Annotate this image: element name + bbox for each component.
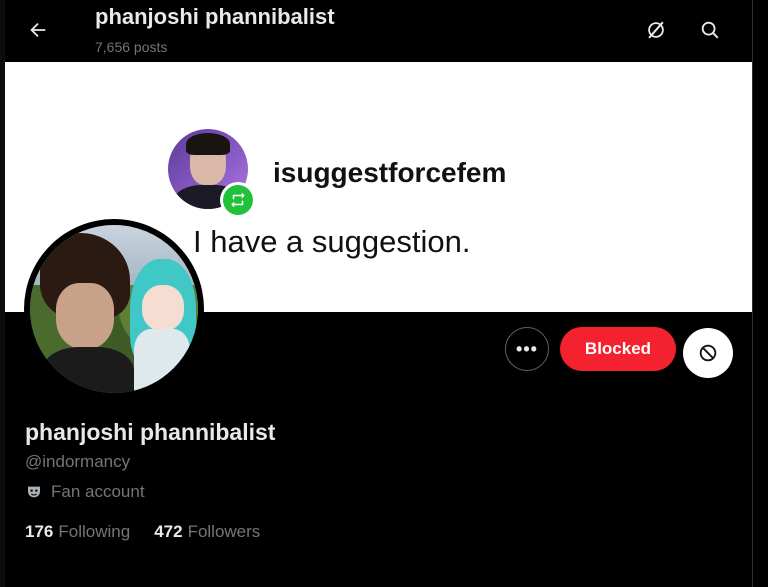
back-button[interactable] (21, 13, 55, 47)
banner-text: I have a suggestion. (193, 224, 471, 259)
user-handle: @indormancy (25, 452, 131, 471)
banner-username: isuggestforcefem (273, 157, 507, 188)
following-link[interactable]: 176 Following (25, 522, 130, 542)
more-options-button[interactable]: ••• (505, 327, 549, 371)
search-icon (701, 21, 719, 39)
grok-icon (648, 21, 664, 39)
post-count: 7,656 posts (95, 39, 168, 55)
profile-avatar[interactable] (24, 219, 204, 399)
followers-label: Followers (187, 522, 261, 541)
back-arrow-icon (30, 22, 46, 38)
mask-icon (25, 483, 43, 501)
repost-icon (231, 192, 245, 208)
profile-header-bar: phanjoshi phannibalist 7,656 posts (5, 0, 753, 62)
profile-category: Fan account (25, 482, 145, 502)
search-button[interactable] (693, 13, 727, 47)
grok-button[interactable] (639, 13, 673, 47)
follow-stats: 176 Following 472 Followers (25, 522, 284, 542)
blocked-button[interactable]: Blocked (560, 327, 676, 371)
block-toggle-button[interactable] (683, 328, 733, 378)
followers-link[interactable]: 472 Followers (154, 522, 260, 542)
block-icon (699, 344, 717, 362)
following-label: Following (58, 522, 131, 541)
category-label: Fan account (51, 482, 145, 501)
following-count: 176 (25, 522, 54, 541)
display-name: phanjoshi phannibalist (25, 419, 276, 445)
repost-badge (220, 182, 256, 218)
followers-count: 472 (154, 522, 183, 541)
window-edge-right (752, 0, 768, 587)
page-title: phanjoshi phannibalist (95, 4, 335, 29)
